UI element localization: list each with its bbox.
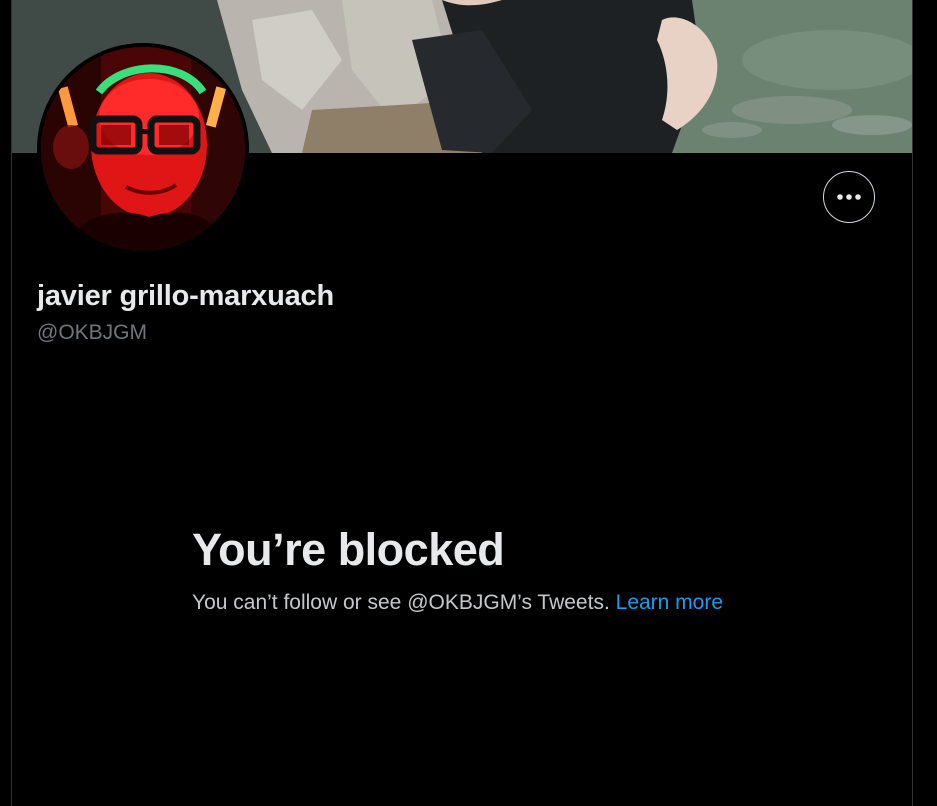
blocked-message-container: You can’t follow or see @OKBJGM’s Tweets…: [192, 588, 732, 618]
profile-page: javier grillo-marxuach @OKBJGM You’re bl…: [0, 0, 937, 806]
blocked-title: You’re blocked: [192, 524, 505, 575]
learn-more-link[interactable]: Learn more: [616, 591, 723, 614]
blocked-message: You can’t follow or see @OKBJGM’s Tweets…: [192, 591, 610, 614]
avatar[interactable]: [37, 43, 249, 255]
profile-handle: @OKBJGM: [37, 321, 147, 344]
more-horizontal-icon: [837, 194, 861, 200]
blocked-notice: You’re blocked You can’t follow or see @…: [192, 522, 732, 618]
avatar-image: [41, 47, 245, 251]
profile-display-name: javier grillo-marxuach: [37, 280, 334, 312]
profile-column: javier grillo-marxuach @OKBJGM You’re bl…: [11, 0, 913, 806]
more-options-button[interactable]: [823, 171, 875, 223]
